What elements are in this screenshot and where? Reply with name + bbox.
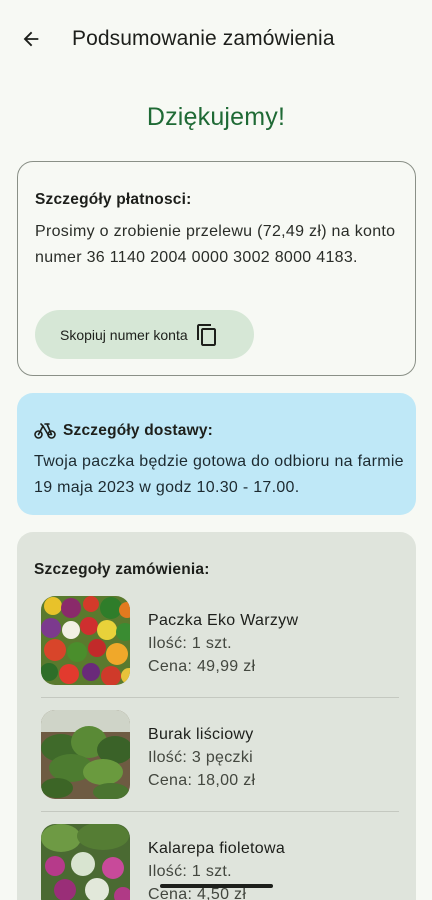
delivery-details-title: Szczegóły dostawy:	[63, 422, 214, 439]
item-price: Cena: 49,99 zł	[148, 658, 256, 675]
copy-account-number-label: Skopiuj numer konta	[60, 326, 188, 343]
order-details-card: Szczegoły zamówienia: Paczka Eko Warzyw …	[17, 532, 416, 900]
back-button[interactable]	[14, 22, 48, 56]
payment-details-card: Szczegóły płatnosci: Prosimy o zrobienie…	[17, 161, 416, 376]
order-item[interactable]: Burak liściowy Ilość: 3 pęczki Cena: 18,…	[41, 710, 399, 823]
copy-account-number-button[interactable]: Skopiuj numer konta	[35, 310, 254, 359]
item-quantity: Ilość: 1 szt.	[148, 635, 232, 652]
delivery-details-header: Szczegóły dostawy:	[34, 422, 213, 440]
top-app-bar: Podsumowanie zamówienia	[0, 0, 432, 80]
divider	[41, 697, 399, 698]
order-item[interactable]: Kalarepa fioletowa Ilość: 1 szt. Cena: 4…	[41, 824, 399, 900]
order-item-info: Kalarepa fioletowa Ilość: 1 szt. Cena: 4…	[148, 837, 285, 900]
page-title: Podsumowanie zamówienia	[72, 27, 335, 50]
product-image-eko-box	[41, 596, 130, 685]
item-quantity: Ilość: 1 szt.	[148, 863, 232, 880]
copy-icon	[195, 323, 219, 347]
item-name: Kalarepa fioletowa	[148, 840, 286, 857]
payment-instructions: Prosimy o zrobienie przelewu (72,49 zł) …	[35, 223, 396, 266]
item-quantity: Ilość: 3 pęczki	[148, 749, 253, 766]
delivery-info-text: Twoja paczka będzie gotowa do odbioru na…	[34, 453, 404, 496]
gesture-navigation-handle[interactable]	[160, 884, 273, 888]
item-name: Burak liściowy	[148, 726, 254, 743]
delivery-details-card: Szczegóły dostawy: Twoja paczka będzie g…	[17, 393, 416, 515]
order-item-info: Paczka Eko Warzyw Ilość: 1 szt. Cena: 49…	[148, 609, 298, 678]
product-image-kohlrabi	[41, 824, 130, 900]
product-image-chard	[41, 710, 130, 799]
payment-details-title: Szczegóły płatnosci:	[35, 191, 192, 208]
order-item-info: Burak liściowy Ilość: 3 pęczki Cena: 18,…	[148, 723, 255, 792]
arrow-left-icon	[23, 31, 39, 47]
cargo-bike-icon	[34, 422, 56, 440]
order-item[interactable]: Paczka Eko Warzyw Ilość: 1 szt. Cena: 49…	[41, 596, 399, 709]
divider	[41, 811, 399, 812]
item-price: Cena: 18,00 zł	[148, 772, 256, 789]
item-name: Paczka Eko Warzyw	[148, 612, 299, 629]
thank-you-heading: Dziękujemy!	[146, 103, 286, 131]
order-details-title: Szczegoły zamówienia:	[34, 561, 210, 578]
